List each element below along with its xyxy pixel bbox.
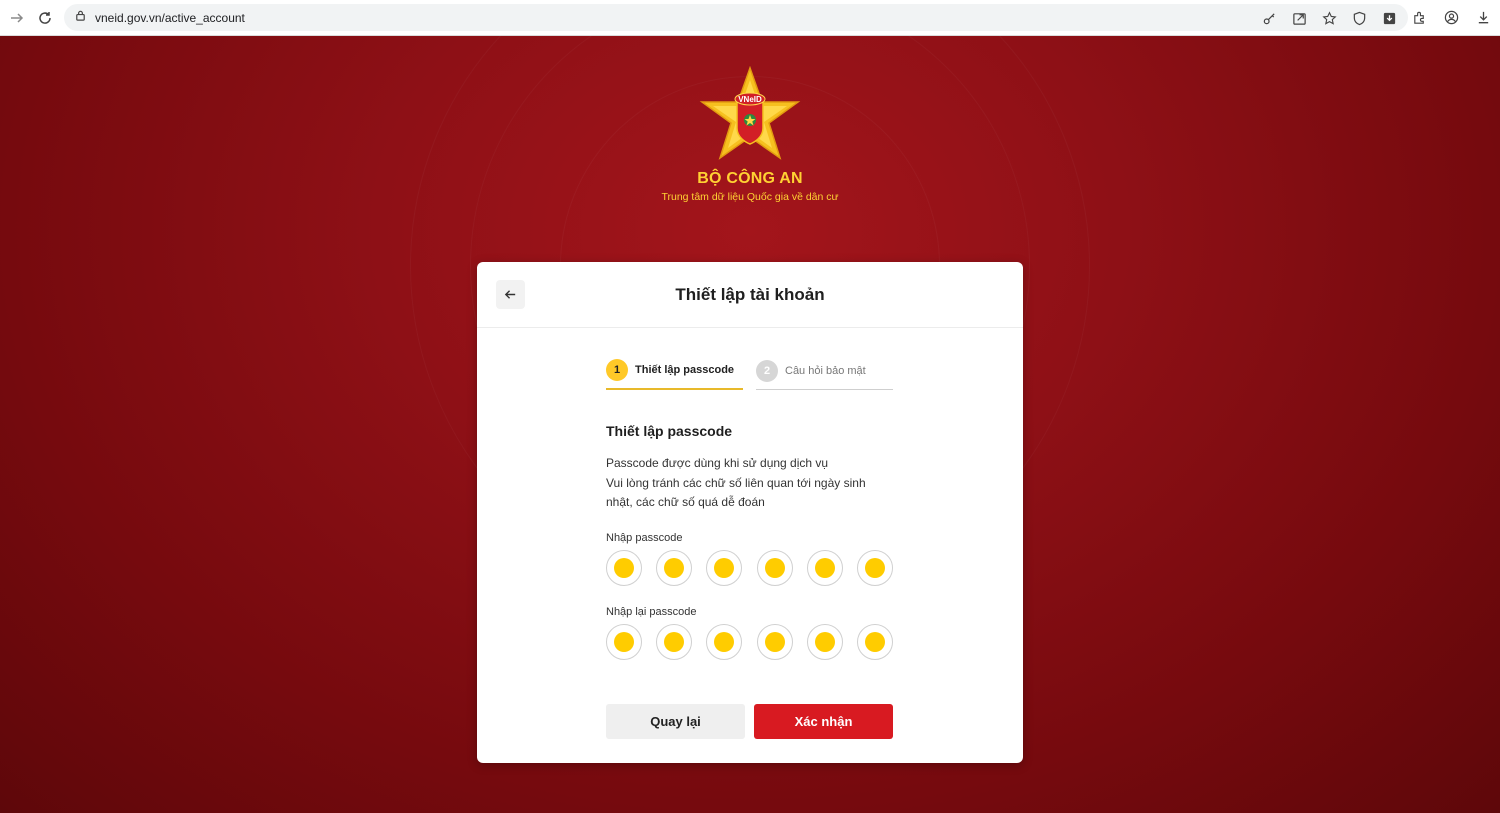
filled-dot bbox=[814, 558, 835, 578]
step-label: Câu hỏi bảo mật bbox=[785, 364, 866, 377]
key-icon[interactable] bbox=[1258, 8, 1280, 28]
passcode-label: Nhập passcode bbox=[606, 532, 683, 544]
reload-icon[interactable] bbox=[34, 7, 56, 29]
step-label: Thiết lập passcode bbox=[635, 364, 735, 376]
vneid-star-logo: VNeID bbox=[699, 66, 801, 160]
confirm-passcode-label: Nhập lại passcode bbox=[606, 606, 697, 618]
passcode-digit[interactable] bbox=[656, 550, 693, 586]
browser-toolbar: vneid.gov.vn/active_account bbox=[0, 0, 1500, 36]
address-bar[interactable]: vneid.gov.vn/active_account bbox=[64, 4, 1408, 31]
passcode-description: Passcode được dùng khi sử dụng dịch vụ V… bbox=[606, 454, 906, 513]
confirm-button[interactable]: Xác nhận bbox=[754, 704, 893, 739]
download-box-icon[interactable] bbox=[1378, 8, 1400, 28]
confirm-passcode-digit[interactable] bbox=[806, 624, 843, 660]
passcode-digit[interactable] bbox=[856, 550, 893, 586]
step-number: 1 bbox=[606, 359, 628, 381]
filled-dot bbox=[664, 632, 685, 652]
confirm-passcode-digit[interactable] bbox=[656, 624, 693, 660]
stepper: 1 Thiết lập passcode 2 Câu hỏi bảo mật bbox=[606, 358, 893, 390]
step-security-question[interactable]: 2 Câu hỏi bảo mật bbox=[756, 358, 893, 390]
passcode-digit[interactable] bbox=[756, 550, 793, 586]
card-title: Thiết lập tài khoản bbox=[675, 285, 825, 304]
confirm-passcode-digit[interactable] bbox=[756, 624, 793, 660]
bookmark-star-icon[interactable] bbox=[1318, 8, 1340, 28]
card-header: Thiết lập tài khoản bbox=[477, 262, 1023, 328]
share-icon[interactable] bbox=[1288, 8, 1310, 28]
logo-text: VNeID bbox=[738, 95, 762, 104]
filled-dot bbox=[714, 558, 735, 578]
org-subtitle: Trung tâm dữ liệu Quốc gia về dân cư bbox=[661, 191, 839, 203]
lock-icon bbox=[74, 9, 87, 27]
filled-dot bbox=[614, 632, 634, 652]
confirm-passcode-input[interactable] bbox=[606, 624, 893, 660]
passcode-digit[interactable] bbox=[606, 550, 642, 586]
confirm-passcode-digit[interactable] bbox=[706, 624, 743, 660]
profile-icon[interactable] bbox=[1440, 7, 1462, 27]
back-button[interactable]: Quay lại bbox=[606, 704, 745, 739]
step-number: 2 bbox=[756, 359, 778, 382]
filled-dot bbox=[614, 558, 634, 578]
confirm-passcode-digit[interactable] bbox=[606, 624, 642, 660]
downloads-icon[interactable] bbox=[1472, 7, 1494, 27]
filled-dot bbox=[714, 632, 735, 652]
org-title: BỘ CÔNG AN bbox=[697, 170, 803, 187]
forward-icon[interactable] bbox=[6, 7, 28, 29]
filled-dot bbox=[764, 558, 785, 578]
filled-dot bbox=[864, 558, 885, 578]
filled-dot bbox=[814, 632, 835, 652]
description-line: nhật, các chữ số quá dễ đoán bbox=[606, 495, 765, 509]
passcode-input[interactable] bbox=[606, 550, 893, 586]
section-title: Thiết lập passcode bbox=[606, 423, 733, 439]
confirm-passcode-digit[interactable] bbox=[856, 624, 893, 660]
description-line: Vui lòng tránh các chữ số liên quan tới … bbox=[606, 475, 866, 490]
filled-dot bbox=[664, 558, 685, 578]
extensions-icon[interactable] bbox=[1408, 7, 1430, 27]
filled-dot bbox=[764, 632, 785, 652]
account-setup-card: Thiết lập tài khoản 1 Thiết lập passcode… bbox=[477, 262, 1023, 763]
step-set-passcode[interactable]: 1 Thiết lập passcode bbox=[606, 358, 743, 390]
filled-dot bbox=[864, 632, 885, 652]
url-text: vneid.gov.vn/active_account bbox=[95, 10, 245, 25]
description-line: Passcode được dùng khi sử dụng dịch vụ bbox=[606, 456, 829, 470]
shield-icon[interactable] bbox=[1348, 8, 1370, 28]
passcode-digit[interactable] bbox=[706, 550, 743, 586]
passcode-digit[interactable] bbox=[806, 550, 843, 586]
